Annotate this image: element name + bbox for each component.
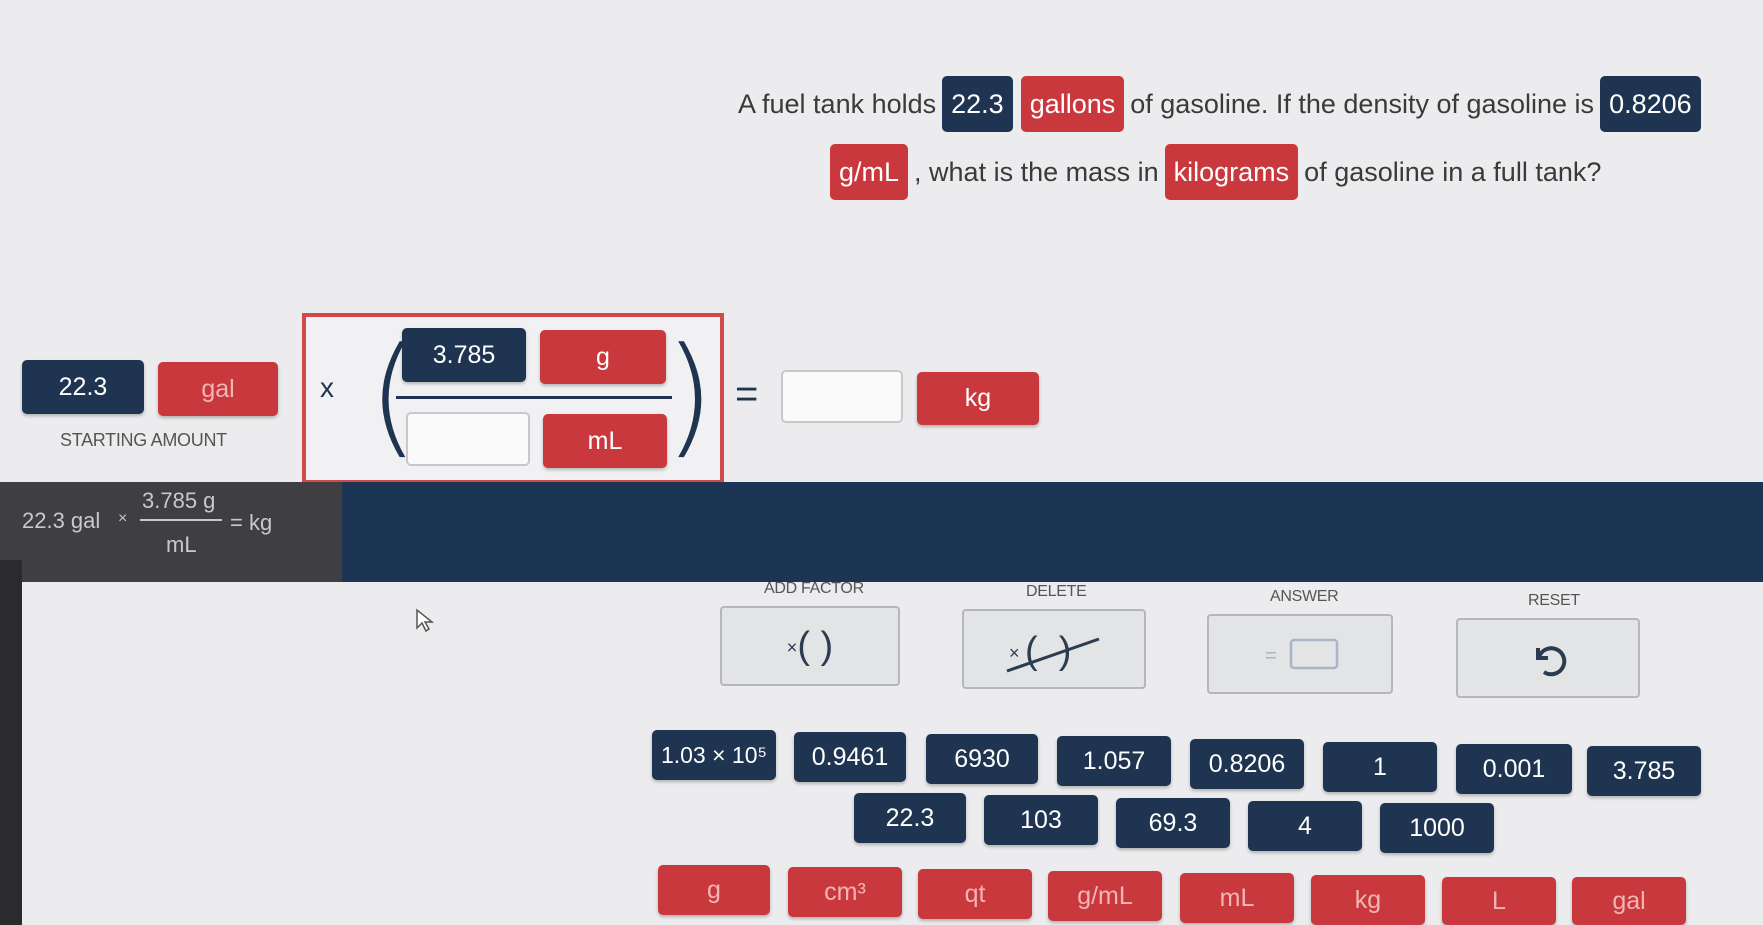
unit-tile-g-per-ml[interactable]: g/mL <box>1048 871 1162 921</box>
number-tile[interactable]: 1.03 × 10⁵ <box>652 730 776 780</box>
number-tile[interactable]: 0.9461 <box>794 732 906 782</box>
right-parenthesis: ) <box>664 319 715 471</box>
multiply-sign: x <box>320 372 334 403</box>
question-text: , what is the mass in <box>914 156 1159 187</box>
fraction-bar <box>396 396 672 399</box>
number-tile[interactable]: 1.057 <box>1057 736 1171 786</box>
question-text: of gasoline. If the density of gasoline … <box>1130 88 1595 119</box>
answer-unit-tile: kg <box>917 372 1039 425</box>
equals-sign: = <box>735 372 759 416</box>
reset-label: RESET <box>1528 592 1580 609</box>
add-factor-icon: ×( ) <box>786 624 834 667</box>
delete-factor-icon: × ( ) <box>1006 630 1100 673</box>
number-tile[interactable]: 1 <box>1323 742 1437 792</box>
unit-tile-l[interactable]: L <box>1442 877 1556 925</box>
starting-amount-label: STARTING AMOUNT <box>60 430 227 450</box>
svg-text:×: × <box>1009 643 1020 663</box>
screen-edge <box>0 560 22 925</box>
question-density-unit-chip: g/mL <box>830 144 909 200</box>
reset-button[interactable] <box>1456 618 1640 698</box>
number-tile[interactable]: 69.3 <box>1116 798 1230 848</box>
reset-icon <box>1536 646 1567 677</box>
number-tile[interactable]: 6930 <box>926 734 1038 784</box>
summary-denominator: mL <box>166 532 197 557</box>
question-amount-chip: 22.3 <box>942 76 1013 132</box>
number-tile[interactable]: 22.3 <box>854 793 966 843</box>
question-line-1: A fuel tank holds 22.3 gallons of gasoli… <box>732 76 1701 132</box>
question-text: of gasoline in a full tank? <box>1304 156 1602 187</box>
number-tile[interactable]: 3.785 <box>1587 746 1701 796</box>
delete-factor-button[interactable]: × ( ) <box>962 609 1146 689</box>
unit-tile-g[interactable]: g <box>658 865 770 915</box>
denominator-unit-tile[interactable]: mL <box>543 414 667 468</box>
number-tile[interactable]: 0.8206 <box>1190 739 1304 789</box>
summary-times: × <box>118 510 128 527</box>
number-tile[interactable]: 103 <box>984 795 1098 845</box>
denominator-value-slot[interactable] <box>406 412 530 466</box>
question-line-2: g/mL , what is the mass in kilograms of … <box>830 144 1607 200</box>
question-density-chip: 0.8206 <box>1600 76 1701 132</box>
number-tile[interactable]: 4 <box>1248 801 1362 851</box>
summary-start: 22.3 gal <box>22 508 101 533</box>
svg-text:=: = <box>1265 645 1277 667</box>
add-factor-label: ADD FACTOR <box>764 580 864 597</box>
add-factor-button[interactable]: ×( ) <box>720 606 900 686</box>
unit-tile-qt[interactable]: qt <box>918 869 1032 919</box>
answer-value-slot[interactable] <box>781 370 903 423</box>
numerator-unit-tile[interactable]: g <box>540 330 666 384</box>
numerator-value-tile[interactable]: 3.785 <box>402 328 526 382</box>
unit-tile-gal[interactable]: gal <box>1572 877 1686 925</box>
question-target-unit-chip: kilograms <box>1164 144 1299 200</box>
summary-result: = kg <box>230 510 273 535</box>
summary-fraction-bar <box>140 519 222 521</box>
answer-button[interactable]: = <box>1207 614 1393 694</box>
question-unit-chip: gallons <box>1020 76 1125 132</box>
number-tile[interactable]: 0.001 <box>1456 744 1572 794</box>
unit-tile-ml[interactable]: mL <box>1180 873 1294 923</box>
mouse-cursor-icon <box>416 608 435 633</box>
unit-tile-cm3[interactable]: cm³ <box>788 867 902 917</box>
unit-tile-kg[interactable]: kg <box>1311 875 1425 925</box>
delete-label: DELETE <box>1026 583 1087 600</box>
answer-label: ANSWER <box>1270 588 1339 605</box>
number-tile[interactable]: 1000 <box>1380 803 1494 853</box>
answer-icon: = <box>1265 638 1339 670</box>
starting-value-tile: 22.3 <box>22 360 144 414</box>
summary-numerator: 3.785 g <box>142 488 216 513</box>
starting-unit-tile[interactable]: gal <box>158 362 278 416</box>
question-text: A fuel tank holds <box>738 88 937 119</box>
